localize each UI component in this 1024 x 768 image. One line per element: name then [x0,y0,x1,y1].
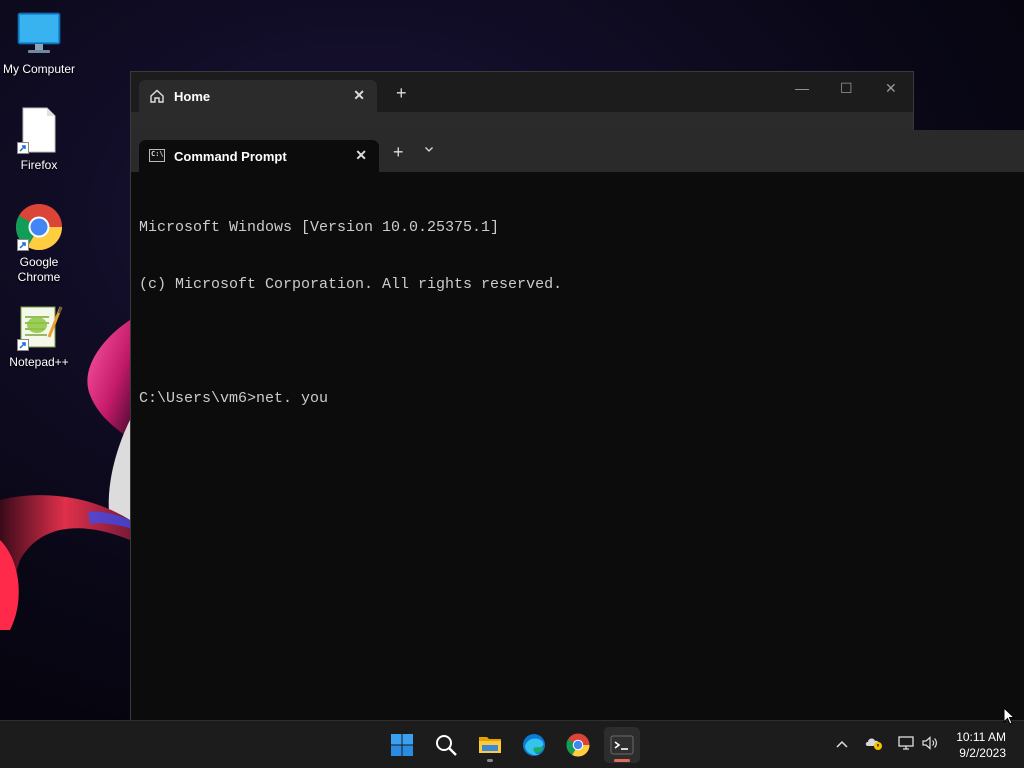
edge-icon [523,734,545,756]
clock-time: 10:11 AM [956,730,1006,744]
explorer-tab-label: Home [174,89,211,104]
new-tab-button[interactable]: + [396,84,407,102]
clock-date: 9/2/2023 [959,746,1006,760]
desktop-icon-firefox[interactable]: Firefox [0,106,78,173]
notepad-plus-plus-icon [15,303,63,351]
search-icon [436,735,457,756]
volume-icon[interactable] [921,735,939,754]
command-prompt-icon: C:\ [149,149,165,162]
shortcut-arrow-icon [17,142,29,154]
terminal-tab-command-prompt[interactable]: C:\ Command Prompt ✕ [139,140,379,172]
new-tab-button[interactable]: + [393,143,404,161]
desktop-icon-label: Google Chrome [17,255,61,284]
desktop-icon-my-computer[interactable]: My Computer [0,10,78,77]
desktop-icon-google-chrome[interactable]: Google Chrome [0,203,78,285]
onedrive-warning-icon[interactable] [865,735,883,754]
chrome-icon [15,203,63,251]
start-button[interactable] [384,727,420,763]
file-explorer-button[interactable] [472,727,508,763]
taskbar-clock[interactable]: 10:11 AM 9/2/2023 [956,729,1006,761]
terminal-prompt-line: C:\Users\vm6>net. you [139,390,329,407]
terminal-tab-bar: C:\ Command Prompt ✕ + [131,130,1024,172]
mouse-cursor-icon [1003,706,1016,730]
close-tab-icon[interactable]: ✕ [353,87,365,104]
terminal-window[interactable]: C:\ Command Prompt ✕ + Microsoft Windows… [130,130,1024,720]
chevron-down-icon[interactable] [424,144,434,157]
file-icon [15,106,63,154]
network-icon[interactable] [897,735,915,754]
search-button[interactable] [428,727,464,763]
folder-icon [479,737,501,753]
chrome-icon [566,733,590,757]
desktop-icon-label: My Computer [2,62,76,76]
terminal-button[interactable] [604,727,640,763]
terminal-line: ​ [139,332,1016,351]
terminal-output[interactable]: Microsoft Windows [Version 10.0.25375.1]… [139,180,1016,446]
show-hidden-icons-button[interactable] [836,736,848,752]
close-window-button[interactable]: ✕ [885,80,897,97]
maximize-button[interactable]: ☐ [840,80,853,97]
chevron-up-icon [836,740,848,748]
terminal-icon [610,735,634,755]
taskbar: 10:11 AM 9/2/2023 [0,720,1024,768]
edge-button[interactable] [516,727,552,763]
home-icon [149,88,165,107]
shortcut-arrow-icon [17,239,29,251]
terminal-line: (c) Microsoft Corporation. All rights re… [139,276,563,293]
monitor-icon [15,10,63,58]
desktop-icon-notepad-plus-plus[interactable]: Notepad++ [0,303,78,370]
desktop-icon-label: Notepad++ [9,355,69,369]
active-indicator [614,759,630,762]
terminal-line: Microsoft Windows [Version 10.0.25375.1] [139,219,500,236]
running-indicator [487,759,493,762]
shortcut-arrow-icon [17,339,29,351]
explorer-tab-home[interactable]: Home ✕ [139,80,377,112]
chrome-button[interactable] [560,727,596,763]
close-tab-icon[interactable]: ✕ [355,147,367,164]
minimize-button[interactable]: — [795,80,809,96]
terminal-tab-label: Command Prompt [174,149,287,164]
windows-logo-icon [391,734,413,756]
explorer-tab-bar: Home ✕ + — ☐ ✕ [131,72,913,112]
desktop-icon-label: Firefox [20,158,58,172]
